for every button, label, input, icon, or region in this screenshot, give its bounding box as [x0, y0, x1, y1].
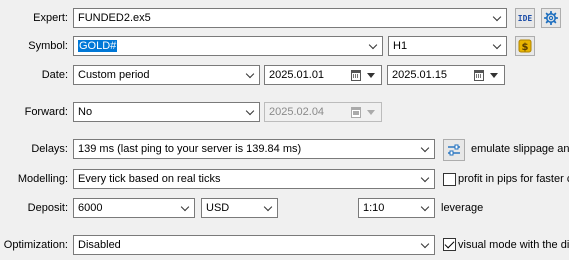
leverage-label: leverage: [441, 202, 484, 214]
coin-icon: $: [518, 39, 532, 53]
symbol-label: Symbol:: [28, 40, 68, 52]
settings-button[interactable]: [541, 8, 561, 28]
expert-label: Expert:: [33, 12, 68, 24]
chevron-down-icon: [420, 239, 430, 249]
symbol-value: GOLD#: [78, 40, 118, 52]
forward-value: No: [78, 106, 93, 118]
date-to-picker[interactable]: 2025.01.15: [387, 65, 505, 85]
profit-pips-checkbox[interactable]: [443, 173, 456, 186]
dropdown-arrow-icon: [367, 110, 375, 115]
currency-value: USD: [206, 202, 230, 214]
profit-pips-label: profit in pips for faster ca: [458, 173, 569, 185]
deposit-input[interactable]: 6000: [73, 198, 195, 218]
calendar-icon: [351, 70, 361, 81]
delays-value: 139 ms (last ping to your server is 139.…: [78, 143, 302, 155]
visual-mode-label: visual mode with the dis: [458, 239, 569, 251]
chevron-down-icon: [420, 202, 430, 212]
period-select[interactable]: Custom period: [73, 65, 260, 85]
deposit-label: Deposit:: [27, 202, 68, 214]
period-value: Custom period: [78, 69, 150, 81]
date-from-picker[interactable]: 2025.01.01: [264, 65, 382, 85]
timeframe-value: H1: [393, 40, 408, 52]
optimization-value: Disabled: [78, 239, 121, 251]
deposit-value: 6000: [78, 202, 103, 214]
forward-date-picker: 2025.02.04: [264, 102, 382, 122]
chevron-down-icon: [368, 40, 378, 50]
dropdown-arrow-icon: [367, 73, 375, 78]
chevron-down-icon: [420, 173, 430, 183]
date-to-value: 2025.01.15: [392, 69, 448, 81]
gear-icon: [544, 11, 558, 25]
forward-select[interactable]: No: [73, 102, 260, 122]
timeframe-select[interactable]: H1: [388, 36, 507, 56]
expert-value: FUNDED2.ex5: [78, 12, 151, 24]
optimization-select[interactable]: Disabled: [73, 235, 435, 255]
dropdown-arrow-icon: [490, 73, 498, 78]
expert-select[interactable]: FUNDED2.ex5: [73, 8, 507, 28]
optimization-label: Optimization:: [3, 239, 68, 251]
ide-button[interactable]: IDE: [515, 8, 535, 28]
leverage-select[interactable]: 1:10: [358, 198, 435, 218]
symbol-input[interactable]: GOLD#: [73, 36, 383, 56]
sliders-icon: [448, 144, 460, 156]
modelling-label: Modelling:: [17, 173, 68, 185]
chevron-down-icon: [420, 143, 430, 153]
chevron-down-icon: [180, 202, 190, 212]
forward-date-value: 2025.02.04: [269, 106, 325, 118]
delays-label: Delays:: [31, 143, 68, 155]
visual-mode-checkbox[interactable]: [443, 238, 456, 251]
modelling-value: Every tick based on real ticks: [78, 173, 221, 185]
date-label: Date:: [41, 69, 68, 81]
svg-text:$: $: [522, 42, 529, 53]
chevron-down-icon: [263, 202, 273, 212]
chevron-down-icon: [245, 106, 255, 116]
calendar-icon: [474, 70, 484, 81]
modelling-select[interactable]: Every tick based on real ticks: [73, 169, 435, 189]
currency-select[interactable]: USD: [201, 198, 278, 218]
emulate-slippage-label: emulate slippage and: [471, 143, 569, 155]
calendar-icon: [351, 107, 361, 118]
forward-label: Forward:: [24, 106, 68, 118]
delays-select[interactable]: 139 ms (last ping to your server is 139.…: [73, 139, 435, 159]
ide-icon: IDE: [517, 13, 533, 23]
date-from-value: 2025.01.01: [269, 69, 325, 81]
chevron-down-icon: [492, 12, 502, 22]
slippage-settings-button[interactable]: [443, 139, 465, 161]
chevron-down-icon: [245, 69, 255, 79]
chevron-down-icon: [492, 40, 502, 50]
symbol-properties-button[interactable]: $: [515, 36, 535, 56]
leverage-value: 1:10: [363, 202, 385, 214]
